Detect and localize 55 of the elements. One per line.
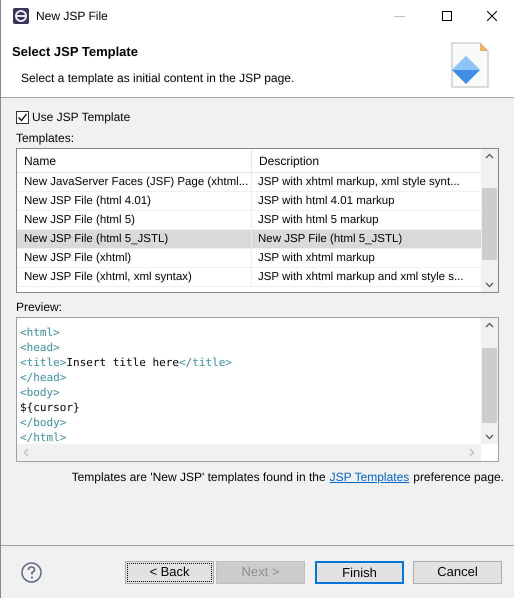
templates-label: Templates: (16, 131, 76, 145)
maximize-icon[interactable] (442, 11, 452, 21)
table-cell-text: JSP with xhtml markup and xml style s... (257, 270, 465, 285)
table-cell: New JSP File (html 5) (17, 211, 252, 229)
help-icon[interactable] (21, 562, 42, 582)
scroll-right-icon[interactable] (469, 448, 475, 457)
table-cell-text: JSP with xhtml markup, xml style synt... (257, 175, 461, 190)
preview-label: Preview: (16, 300, 64, 314)
templates-note: Templates are 'New JSP' templates found in the (72, 469, 326, 486)
vertical-scrollbar[interactable] (481, 318, 498, 444)
scrollbar-thumb[interactable] (482, 188, 497, 260)
app-icon (13, 8, 29, 24)
table-cell: New JSP File (html 5_JSTL) (17, 230, 252, 248)
code-line: <body> (20, 385, 61, 400)
vertical-scrollbar[interactable] (481, 149, 498, 292)
table-cell-text: New JSP File (html 5_JSTL) (257, 232, 404, 247)
table-cell-text: JSP with html 4.01 markup (257, 194, 396, 209)
table-cell-text: JSP with html 5 markup (257, 213, 380, 228)
code-line: </html> (20, 430, 68, 444)
table-cell: New JSP File (html 4.01) (17, 192, 252, 210)
template-row[interactable]: New JSP File (xhtml, xml syntax) JSP with xhtml markup and xml style s... (17, 268, 481, 287)
scroll-left-icon[interactable] (23, 448, 29, 457)
code-line: <html> (20, 325, 61, 340)
template-row[interactable]: New JSP File (html 4.01) JSP with html 4.01 markup (17, 192, 481, 211)
window-title: New JSP File (36, 8, 108, 25)
column-header[interactable]: Description (252, 149, 481, 172)
jsp-templates-link[interactable]: JSP Templates (330, 468, 410, 486)
scroll-down-icon[interactable] (485, 434, 494, 440)
code-line: </body> (20, 415, 68, 430)
dialog-button[interactable]: Finish (315, 560, 404, 584)
template-row[interactable]: New JSP File (html 5_JSTL) New JSP File (html 5_JSTL) (17, 230, 481, 249)
code-line: <head> (20, 340, 61, 355)
dialog-button[interactable]: < Back (125, 560, 214, 584)
code-line: ${cursor} (20, 400, 81, 415)
code-line: <title>Insert title here</title> (20, 355, 233, 370)
table-cell: New JavaServer Faces (JSF) Page (xhtml... (17, 173, 252, 191)
page-title: Select JSP Template (12, 43, 139, 61)
template-row[interactable]: New JSP File (xhtml) JSP with xhtml markup (17, 249, 481, 268)
table-cell: New JSP File (xhtml) (17, 249, 252, 267)
column-header[interactable]: Name (17, 149, 252, 172)
table-cell: New JSP File (xhtml, xml syntax) (17, 268, 252, 286)
template-row[interactable]: New JavaServer Faces (JSF) Page (xhtml... JSP with xhtml markup, xml style synt... (17, 173, 481, 192)
scroll-up-icon[interactable] (485, 322, 494, 328)
close-icon[interactable] (487, 11, 497, 21)
use-template-checkbox[interactable]: Use JSP Template (16, 109, 499, 125)
horizontal-scrollbar[interactable] (17, 444, 481, 461)
table-cell-text: JSP with xhtml markup (257, 251, 376, 266)
scroll-down-icon[interactable] (485, 282, 494, 288)
checkmark-icon (17, 112, 28, 122)
code-line: </head> (20, 370, 68, 385)
dialog-button[interactable]: Cancel (413, 560, 502, 584)
scrollbar-thumb[interactable] (482, 348, 497, 423)
templates-note: preference page. (413, 469, 504, 486)
page-description: Select a template as initial content in the JSP page. (20, 70, 296, 86)
scroll-up-icon[interactable] (485, 153, 494, 159)
